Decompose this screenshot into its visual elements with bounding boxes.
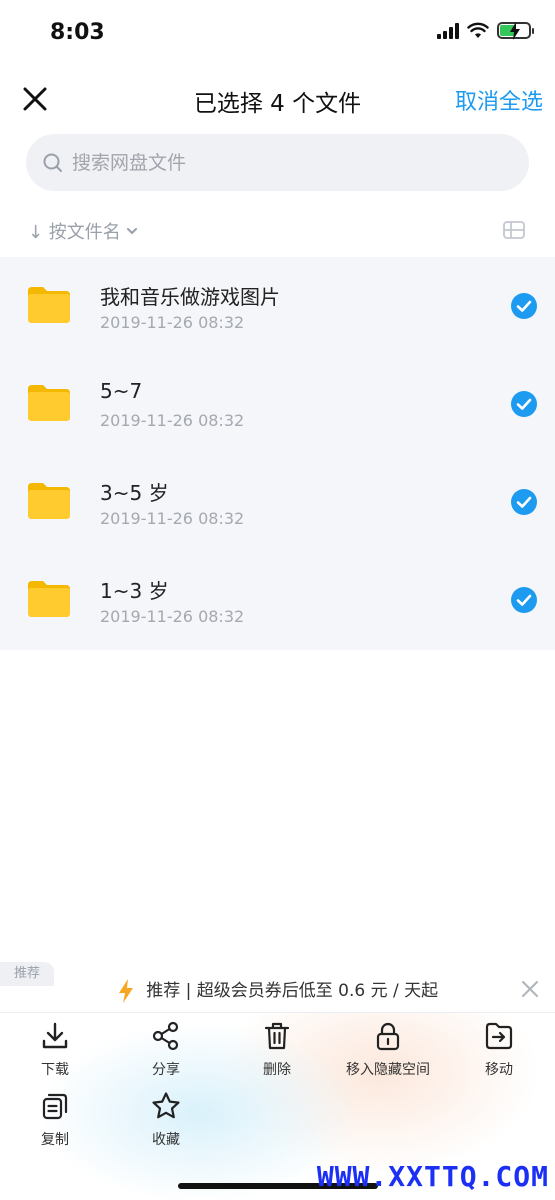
header: 已选择 4 个文件 取消全选 bbox=[0, 70, 555, 130]
share-icon bbox=[152, 1021, 179, 1051]
file-date: 2019-11-26 08:32 bbox=[100, 411, 245, 430]
file-name: 3~5 岁 bbox=[100, 481, 169, 505]
file-name: 5~7 bbox=[100, 379, 143, 403]
file-name: 我和音乐做游戏图片 bbox=[100, 285, 280, 309]
sort-bar: ↓ 按文件名 bbox=[0, 210, 555, 250]
sort-by-name-button[interactable]: ↓ 按文件名 bbox=[28, 218, 139, 244]
promo-content: 推荐 | 超级会员券后低至 0.6 元 / 天起 bbox=[0, 976, 555, 1003]
favorite-button[interactable]: 收藏 bbox=[111, 1091, 221, 1149]
copy-button[interactable]: 复制 bbox=[0, 1091, 110, 1149]
move-button[interactable]: 移动 bbox=[444, 1021, 554, 1079]
download-button[interactable]: 下载 bbox=[0, 1021, 110, 1079]
file-date: 2019-11-26 08:32 bbox=[100, 313, 245, 332]
hide-label: 移入隐藏空间 bbox=[346, 1062, 430, 1078]
copy-icon bbox=[42, 1093, 68, 1120]
promo-text: 推荐 | 超级会员券后低至 0.6 元 / 天起 bbox=[146, 981, 439, 1001]
file-row[interactable]: 我和音乐做游戏图片 2019-11-26 08:32 bbox=[0, 257, 555, 355]
wifi-icon bbox=[467, 22, 489, 38]
download-label: 下载 bbox=[41, 1062, 69, 1078]
checked-icon[interactable] bbox=[511, 489, 537, 515]
star-icon bbox=[152, 1092, 180, 1119]
file-name: 1~3 岁 bbox=[100, 579, 169, 603]
checked-icon[interactable] bbox=[511, 293, 537, 319]
delete-button[interactable]: 删除 bbox=[222, 1021, 332, 1079]
battery-icon bbox=[497, 22, 534, 40]
move-to-hidden-space-button[interactable]: 移入隐藏空间 bbox=[333, 1021, 443, 1079]
file-row[interactable]: 1~3 岁 2019-11-26 08:32 bbox=[0, 551, 555, 649]
search-icon bbox=[43, 153, 62, 172]
file-date: 2019-11-26 08:32 bbox=[100, 607, 245, 626]
file-row[interactable]: 5~7 2019-11-26 08:32 bbox=[0, 355, 555, 453]
signal-icon bbox=[437, 22, 459, 39]
search-input[interactable] bbox=[72, 151, 492, 174]
status-time: 8:03 bbox=[50, 20, 105, 45]
move-label: 移动 bbox=[485, 1062, 513, 1078]
folder-icon bbox=[28, 581, 70, 617]
copy-label: 复制 bbox=[41, 1132, 69, 1148]
folder-icon bbox=[28, 385, 70, 421]
checked-icon[interactable] bbox=[511, 391, 537, 417]
folder-icon bbox=[28, 287, 70, 323]
watermark: WWW.XXTTQ.COM bbox=[316, 1160, 549, 1193]
share-label: 分享 bbox=[152, 1062, 180, 1078]
cancel-select-all-button[interactable]: 取消全选 bbox=[455, 84, 543, 116]
file-list: 我和音乐做游戏图片 2019-11-26 08:32 5~7 2019-11-2… bbox=[0, 257, 555, 650]
layout-toggle-icon[interactable] bbox=[503, 221, 525, 239]
file-date: 2019-11-26 08:32 bbox=[100, 509, 245, 528]
close-icon[interactable] bbox=[18, 82, 52, 116]
folder-icon bbox=[28, 483, 70, 519]
trash-icon bbox=[264, 1022, 290, 1050]
lock-icon bbox=[376, 1022, 400, 1051]
favorite-label: 收藏 bbox=[152, 1132, 180, 1148]
sort-label: ↓ 按文件名 bbox=[28, 222, 121, 243]
share-button[interactable]: 分享 bbox=[111, 1021, 221, 1079]
chevron-down-icon bbox=[126, 228, 137, 235]
status-icons bbox=[437, 22, 534, 40]
search-bar[interactable] bbox=[26, 134, 529, 191]
promo-banner[interactable]: 推荐 | 超级会员券后低至 0.6 元 / 天起 bbox=[0, 972, 555, 1012]
status-bar: 8:03 bbox=[0, 0, 555, 70]
file-row[interactable]: 3~5 岁 2019-11-26 08:32 bbox=[0, 453, 555, 551]
delete-label: 删除 bbox=[263, 1062, 291, 1078]
close-icon[interactable] bbox=[519, 978, 541, 1000]
download-icon bbox=[42, 1022, 68, 1049]
checked-icon[interactable] bbox=[511, 587, 537, 613]
lightning-icon bbox=[118, 979, 133, 1003]
move-icon bbox=[485, 1022, 513, 1050]
